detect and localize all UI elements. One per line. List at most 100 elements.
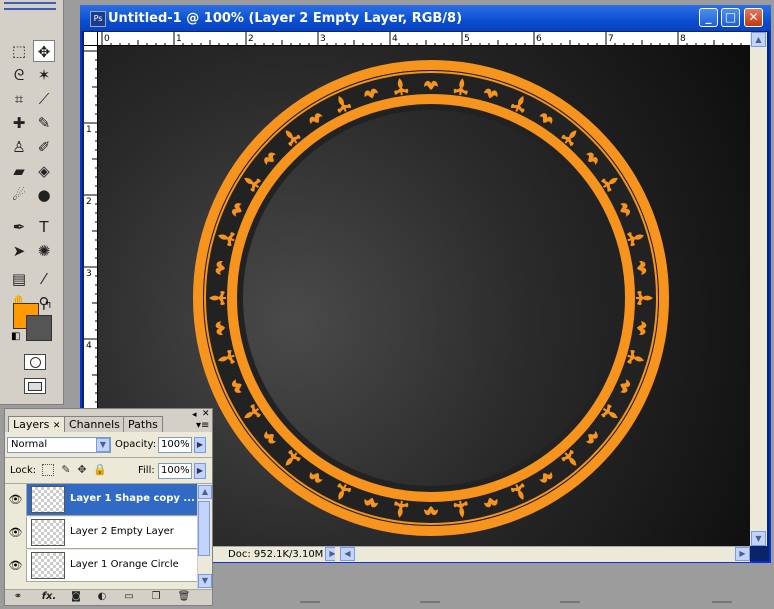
layer-row[interactable]: 👁 Layer 2 Empty Layer	[5, 517, 197, 549]
paint-bucket-icon[interactable]: ◈	[33, 160, 55, 182]
scroll-right-button[interactable]: ▶	[735, 547, 750, 561]
lock-position-icon[interactable]: ✥	[76, 464, 88, 476]
layers-scroll-up[interactable]: ▲	[198, 485, 212, 499]
lock-pixels-icon[interactable]: ✎	[60, 464, 72, 476]
history-brush-icon[interactable]: ✐	[33, 136, 55, 158]
fill-input[interactable]: 100%	[158, 463, 192, 479]
ruler-top-label: 6	[536, 34, 542, 44]
tab-layers[interactable]: Layers ✕	[8, 416, 66, 433]
layer-thumbnail[interactable]	[31, 486, 65, 513]
scroll-down-button[interactable]: ▼	[751, 531, 766, 546]
layer-name[interactable]: Layer 1 Orange Circle	[70, 559, 179, 570]
marquee-icon[interactable]: ⬚	[8, 40, 30, 62]
layer-row[interactable]: 👁 Layer 1 Shape copy ...	[5, 484, 197, 516]
healing-brush-icon[interactable]: ✚	[8, 112, 30, 134]
ruler-left-label: 1	[86, 125, 92, 135]
layer-thumbnail[interactable]	[31, 519, 65, 546]
divider	[5, 457, 212, 458]
ruler-top-label: 7	[608, 34, 614, 44]
layers-scroll-down[interactable]: ▼	[198, 574, 212, 588]
document-title: Untitled-1 @ 100% (Layer 2 Empty Layer, …	[108, 11, 463, 26]
opacity-slider-button[interactable]: ▶	[194, 437, 206, 453]
background-color-swatch[interactable]	[26, 315, 52, 341]
quick-mask-icon[interactable]	[24, 354, 46, 370]
minimize-button[interactable]: _	[699, 8, 718, 27]
slice-icon[interactable]: ⟋	[33, 88, 55, 110]
visibility-eye-icon[interactable]: 👁	[5, 484, 27, 516]
visibility-eye-icon[interactable]: 👁	[5, 517, 27, 549]
ring-dark-band	[203, 70, 659, 526]
dodge-icon[interactable]: ●	[33, 184, 55, 206]
panel-close-icon[interactable]: ✕	[202, 409, 210, 419]
panel-menu-icon[interactable]: ▾≡	[196, 420, 209, 431]
horizontal-scrollbar[interactable]	[335, 547, 750, 562]
ruler-top-label: 0	[104, 34, 110, 44]
lasso-icon[interactable]: ᘓ	[8, 64, 30, 86]
toolbox-grip[interactable]	[4, 2, 56, 10]
maximize-button[interactable]: □	[721, 8, 740, 27]
opacity-label: Opacity:	[115, 439, 157, 450]
scroll-left-button[interactable]: ◀	[340, 547, 355, 561]
lock-transparency-icon[interactable]	[42, 464, 54, 476]
taskbar-marker	[420, 601, 440, 603]
taskbar-marker	[300, 601, 320, 603]
type-icon[interactable]: T	[33, 216, 55, 238]
delete-layer-icon[interactable]: 🗑	[176, 591, 192, 603]
move-icon[interactable]: ✥	[33, 40, 55, 62]
tab-paths[interactable]: Paths	[123, 416, 163, 432]
opacity-input[interactable]: 100%	[158, 437, 192, 453]
layers-scroll-thumb[interactable]	[198, 501, 210, 556]
swap-colors-icon[interactable]: ↰	[44, 300, 52, 311]
notes-icon[interactable]: ▤	[8, 268, 30, 290]
tab-close-icon[interactable]: ✕	[53, 421, 61, 431]
default-colors-icon[interactable]: ◧	[11, 331, 20, 342]
fill-slider-button[interactable]: ▶	[194, 463, 206, 479]
clone-stamp-icon[interactable]: ♙	[8, 136, 30, 158]
lock-all-icon[interactable]: 🔒	[93, 464, 107, 476]
new-layer-icon[interactable]: ❐	[148, 591, 164, 603]
ruler-left-label: 3	[86, 269, 92, 279]
layer-name[interactable]: Layer 2 Empty Layer	[70, 526, 174, 537]
ruler-origin[interactable]	[84, 32, 98, 46]
eyedropper-icon[interactable]: ⁄	[33, 268, 55, 290]
photoshop-doc-icon: Ps	[90, 11, 106, 27]
close-button[interactable]: ✕	[744, 8, 763, 27]
doc-size-status[interactable]: Doc: 952.1K/3.10M	[228, 549, 323, 560]
visibility-eye-icon[interactable]: 👁	[5, 550, 27, 582]
brush-icon[interactable]: ✎	[33, 112, 55, 134]
ring-outer-band	[193, 60, 669, 536]
layer-thumbnail[interactable]	[31, 552, 65, 579]
blend-mode-dropdown-icon[interactable]: ▼	[96, 438, 110, 452]
ruler-top-label: 8	[680, 34, 686, 44]
ruler-top-label: 2	[248, 34, 254, 44]
ruler-horizontal[interactable]: 0 1 2 3 4 5 6 7 8	[98, 32, 750, 46]
lock-label: Lock:	[10, 465, 37, 476]
layer-mask-icon[interactable]: ◙	[68, 591, 84, 603]
tab-channels[interactable]: Channels	[64, 416, 125, 432]
blur-icon[interactable]: ☄	[8, 184, 30, 206]
fx-icon[interactable]: fx.	[38, 591, 60, 603]
screen-mode-icon[interactable]	[24, 378, 46, 394]
ruler-top-label: 4	[392, 34, 398, 44]
ruler-top-label: 5	[464, 34, 470, 44]
pen-icon[interactable]: ✒	[8, 216, 30, 238]
link-layers-icon[interactable]: ⚭	[10, 591, 26, 603]
layer-row[interactable]: 👁 Layer 1 Orange Circle	[5, 550, 197, 582]
taskbar-marker	[560, 601, 580, 603]
ruler-left-label: 4	[86, 341, 92, 351]
path-selection-icon[interactable]: ➤	[8, 240, 30, 262]
new-group-icon[interactable]: ▭	[121, 591, 137, 603]
ruler-left-label: 2	[86, 197, 92, 207]
adjustment-layer-icon[interactable]: ◐	[94, 591, 110, 603]
scroll-up-button[interactable]: ▲	[751, 32, 766, 47]
crop-icon[interactable]: ⌗	[8, 88, 30, 110]
taskbar-marker	[712, 601, 732, 603]
layer-name[interactable]: Layer 1 Shape copy ...	[70, 493, 195, 504]
ruler-top-label: 3	[320, 34, 326, 44]
vertical-scrollbar[interactable]	[750, 32, 767, 546]
ring-inner-band	[227, 94, 635, 502]
panel-minimize-icon[interactable]: ◂	[192, 410, 197, 420]
custom-shape-icon[interactable]: ✺	[33, 240, 55, 262]
magic-wand-icon[interactable]: ✶	[33, 64, 55, 86]
eraser-icon[interactable]: ▰	[8, 160, 30, 182]
